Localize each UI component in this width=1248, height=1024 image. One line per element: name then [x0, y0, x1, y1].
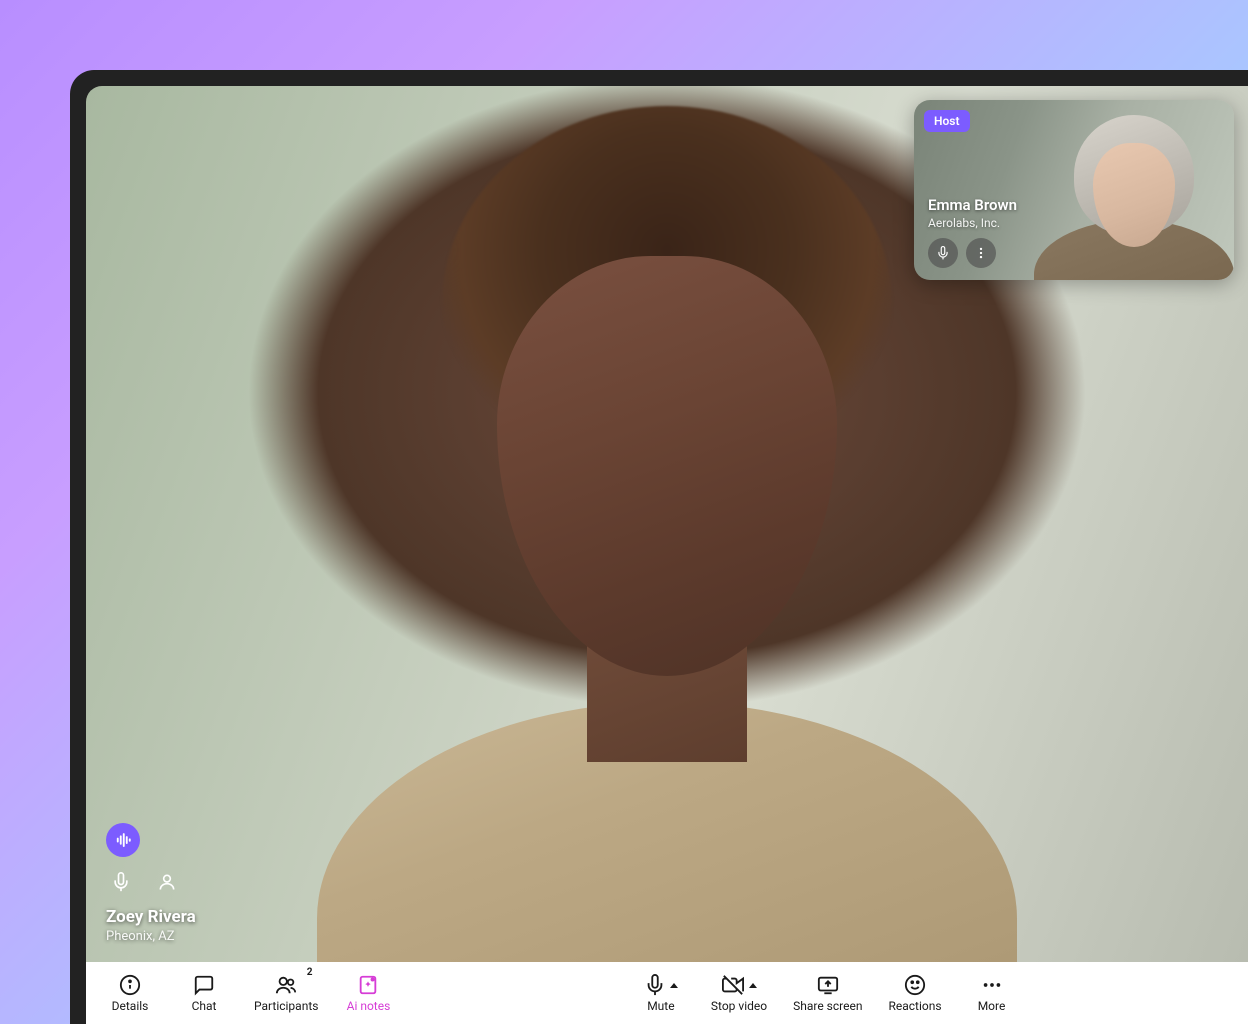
- ai-speaking-indicator[interactable]: [106, 823, 140, 857]
- pip-participant-name: Emma Brown: [928, 196, 1017, 214]
- reactions-button[interactable]: Reactions: [888, 973, 941, 1013]
- details-button[interactable]: Details: [106, 973, 154, 1013]
- video-off-icon: [721, 974, 745, 996]
- share-screen-label: Share screen: [793, 999, 862, 1013]
- chevron-up-icon: [670, 983, 678, 988]
- host-badge: Host: [924, 110, 970, 132]
- details-label: Details: [112, 999, 149, 1013]
- main-mic-button[interactable]: [106, 867, 136, 897]
- participants-label: Participants: [254, 999, 318, 1013]
- chat-button[interactable]: Chat: [180, 973, 228, 1013]
- pip-info: Emma Brown Aerolabs, Inc.: [928, 196, 1017, 268]
- pip-thumbnail[interactable]: Host Emma Brown Aerolabs, Inc.: [914, 100, 1234, 280]
- sparkle-note-icon: [357, 974, 379, 996]
- participants-count-badge: 2: [307, 967, 313, 978]
- reactions-label: Reactions: [888, 999, 941, 1013]
- toolbar-center-group: Mute Stop video Share screen Reactio: [637, 973, 1016, 1013]
- chat-icon: [193, 974, 215, 996]
- people-icon: [274, 974, 298, 996]
- chevron-up-icon: [749, 983, 757, 988]
- mute-label: Mute: [647, 999, 674, 1013]
- stop-video-label: Stop video: [711, 999, 767, 1013]
- pip-participant-subtitle: Aerolabs, Inc.: [928, 216, 1017, 230]
- main-participant-button[interactable]: [152, 867, 182, 897]
- call-toolbar: Details Chat 2 Participants Ai notes: [86, 962, 1248, 1024]
- pip-participant-video: [1064, 115, 1204, 280]
- audio-wave-icon: [114, 831, 132, 849]
- share-screen-button[interactable]: Share screen: [793, 973, 862, 1013]
- ai-notes-label: Ai notes: [347, 999, 391, 1013]
- pip-mic-button[interactable]: [928, 238, 958, 268]
- main-participant-name: Zoey Rivera: [106, 907, 196, 927]
- participants-button[interactable]: 2 Participants: [254, 973, 318, 1013]
- toolbar-left-group: Details Chat 2 Participants Ai notes: [106, 973, 392, 1013]
- pip-more-button[interactable]: [966, 238, 996, 268]
- smile-icon: [904, 974, 926, 996]
- microphone-icon: [111, 872, 131, 892]
- main-video-area: Host Emma Brown Aerolabs, Inc.: [86, 86, 1248, 962]
- more-horizontal-icon: [981, 974, 1003, 996]
- main-participant-video: [367, 86, 967, 962]
- microphone-icon: [644, 974, 666, 996]
- chat-label: Chat: [192, 999, 217, 1013]
- main-participant-overlay: Zoey Rivera Pheonix, AZ: [106, 823, 196, 944]
- mute-button[interactable]: Mute: [637, 973, 685, 1013]
- more-button[interactable]: More: [968, 973, 1016, 1013]
- person-icon: [157, 872, 177, 892]
- stop-video-button[interactable]: Stop video: [711, 973, 767, 1013]
- more-label: More: [978, 999, 1006, 1013]
- video-call-window: Host Emma Brown Aerolabs, Inc.: [70, 70, 1248, 1024]
- share-screen-icon: [817, 974, 839, 996]
- ai-notes-button[interactable]: Ai notes: [344, 973, 392, 1013]
- microphone-icon: [936, 246, 950, 260]
- more-vertical-icon: [974, 246, 988, 260]
- main-participant-subtitle: Pheonix, AZ: [106, 929, 196, 944]
- info-icon: [119, 974, 141, 996]
